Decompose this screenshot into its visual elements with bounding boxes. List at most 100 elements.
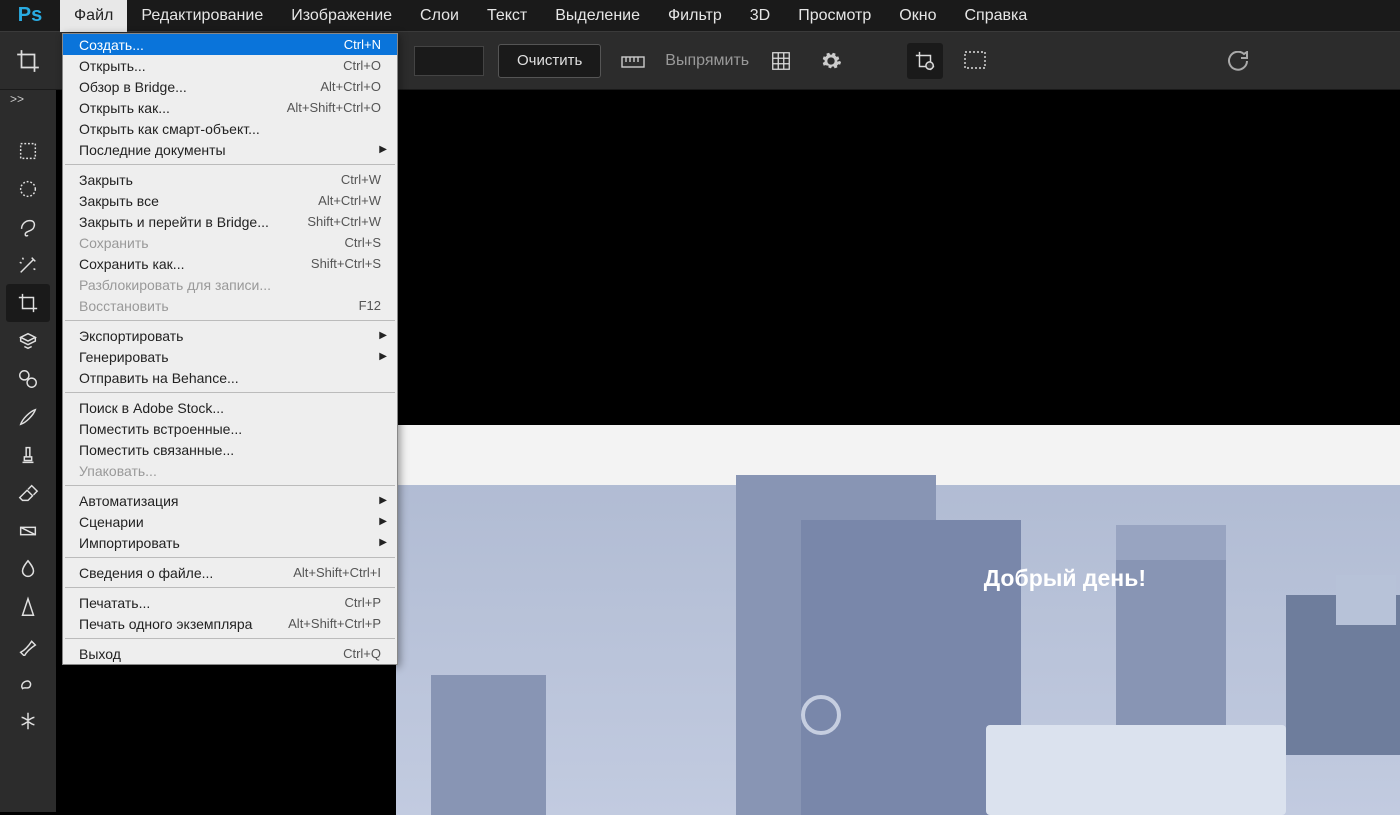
tool-eraser[interactable]: [6, 474, 50, 512]
menu-item-shortcut: Ctrl+O: [343, 58, 381, 73]
menu-item-открыть-как-[interactable]: Открыть как... Alt+Shift+Ctrl+O: [63, 97, 397, 118]
menu-фильтр[interactable]: Фильтр: [654, 0, 736, 32]
menu-редактирование[interactable]: Редактирование: [127, 0, 277, 32]
ruler-icon[interactable]: [615, 43, 651, 79]
menu-item-shortcut: Ctrl+Q: [343, 646, 381, 661]
menu-separator: [65, 392, 395, 393]
tool-magic-wand[interactable]: [6, 246, 50, 284]
submenu-arrow-icon: ▶: [379, 144, 387, 155]
tool-blur[interactable]: [6, 550, 50, 588]
tool-crop[interactable]: [6, 284, 50, 322]
menu-item-обзор-в-bridge-[interactable]: Обзор в Bridge... Alt+Ctrl+O: [63, 76, 397, 97]
menu-изображение[interactable]: Изображение: [277, 0, 406, 32]
menu-item-открыть-[interactable]: Открыть... Ctrl+O: [63, 55, 397, 76]
tool-ellipse-marquee[interactable]: [6, 170, 50, 208]
menu-item-последние-документы[interactable]: Последние документы▶: [63, 139, 397, 160]
tool-lasso[interactable]: [6, 208, 50, 246]
clear-button[interactable]: Очистить: [498, 44, 601, 78]
menu-файл[interactable]: Файл: [60, 0, 127, 32]
menu-item-label: Сведения о файле...: [79, 565, 213, 581]
menu-item-экспортировать[interactable]: Экспортировать▶: [63, 325, 397, 346]
menu-item-печать-одного-экземпляра[interactable]: Печать одного экземпляра Alt+Shift+Ctrl+P: [63, 613, 397, 634]
tool-pen[interactable]: [6, 626, 50, 664]
menu-item-label: Автоматизация: [79, 493, 178, 509]
menu-справка[interactable]: Справка: [950, 0, 1041, 32]
menu-item-shortcut: Alt+Ctrl+O: [320, 79, 381, 94]
submenu-arrow-icon: ▶: [379, 495, 387, 506]
reset-icon[interactable]: [1220, 43, 1256, 79]
menu-item-сведения-о-файле-[interactable]: Сведения о файле...Alt+Shift+Ctrl+I: [63, 562, 397, 583]
menu-separator: [65, 557, 395, 558]
content-aware-icon[interactable]: [957, 43, 993, 79]
tool-slice[interactable]: [6, 322, 50, 360]
document-canvas[interactable]: Добрый день!: [396, 425, 1400, 815]
menu-item-shortcut: Ctrl+S: [345, 235, 381, 250]
menu-item-label: Сохранить как...: [79, 256, 184, 272]
menu-item-закрыть-все[interactable]: Закрыть всеAlt+Ctrl+W: [63, 190, 397, 211]
menu-item-поиск-в-adobe-stock-[interactable]: Поиск в Adobe Stock...: [63, 397, 397, 418]
menu-item-label: Выход: [79, 646, 121, 662]
menu-item-shortcut: Ctrl+P: [345, 595, 381, 610]
menu-item-поместить-встроенные-[interactable]: Поместить встроенные...: [63, 418, 397, 439]
tool-rect-marquee[interactable]: [6, 132, 50, 170]
menu-item-отправить-на-behance-[interactable]: Отправить на Behance...: [63, 367, 397, 388]
menu-item-автоматизация[interactable]: Автоматизация ▶: [63, 490, 397, 511]
menu-item-выход[interactable]: Выход Ctrl+Q: [63, 643, 397, 664]
tool-brush[interactable]: [6, 398, 50, 436]
tool-gradient[interactable]: [6, 512, 50, 550]
menu-окно[interactable]: Окно: [885, 0, 950, 32]
menu-item-label: Закрыть все: [79, 193, 159, 209]
menu-item-label: Генерировать: [79, 349, 169, 365]
menu-item-label: Открыть...: [79, 58, 146, 74]
menu-просмотр[interactable]: Просмотр: [784, 0, 885, 32]
menu-item-shortcut: Alt+Shift+Ctrl+O: [287, 100, 381, 115]
gear-icon[interactable]: [813, 43, 849, 79]
menu-item-поместить-связанные-[interactable]: Поместить связанные...: [63, 439, 397, 460]
menu-item-label: Обзор в Bridge...: [79, 79, 187, 95]
menu-item-label: Экспортировать: [79, 328, 183, 344]
menu-item-label: Сохранить: [79, 235, 149, 251]
tool-smudge[interactable]: [6, 664, 50, 702]
menu-item-label: Разблокировать для записи...: [79, 277, 271, 293]
file-menu-dropdown: Создать...Ctrl+N Открыть... Ctrl+O Обзор в …: [62, 33, 398, 665]
expand-panels-indicator[interactable]: >>: [0, 90, 56, 112]
menu-item-label: Поместить встроенные...: [79, 421, 242, 437]
grid-icon[interactable]: [763, 43, 799, 79]
tool-refine[interactable]: [6, 702, 50, 740]
menu-item-закрыть[interactable]: ЗакрытьCtrl+W: [63, 169, 397, 190]
menu-item-создать-[interactable]: Создать...Ctrl+N: [63, 34, 397, 55]
tool-patch[interactable]: [6, 360, 50, 398]
menu-3d[interactable]: 3D: [736, 0, 784, 32]
menu-текст[interactable]: Текст: [473, 0, 541, 32]
menu-item-label: Поиск в Adobe Stock...: [79, 400, 224, 416]
menu-item-генерировать[interactable]: Генерировать▶: [63, 346, 397, 367]
menu-item-label: Сценарии: [79, 514, 144, 530]
tool-sharpen[interactable]: [6, 588, 50, 626]
menu-item-label: Поместить связанные...: [79, 442, 234, 458]
menu-item-shortcut: Ctrl+W: [341, 172, 381, 187]
building-illustration: [431, 675, 546, 815]
crop-options-icon[interactable]: [10, 43, 46, 79]
menu-item-открыть-как-смарт-объект-[interactable]: Открыть как смарт-объект...: [63, 118, 397, 139]
menu-item-label: Печать одного экземпляра: [79, 616, 252, 632]
menu-item-shortcut: Alt+Shift+Ctrl+P: [288, 616, 381, 631]
options-value-input[interactable]: [414, 46, 484, 76]
menu-item-закрыть-и-перейти-в-bridge-[interactable]: Закрыть и перейти в Bridge...Shift+Ctrl+…: [63, 211, 397, 232]
menu-выделение[interactable]: Выделение: [541, 0, 654, 32]
greeting-text: Добрый день!: [984, 565, 1146, 592]
menu-item-label: Открыть как смарт-объект...: [79, 121, 260, 137]
submenu-arrow-icon: ▶: [379, 537, 387, 548]
menu-item-сценарии[interactable]: Сценарии▶: [63, 511, 397, 532]
menu-слои[interactable]: Слои: [406, 0, 473, 32]
menu-item-импортировать[interactable]: Импортировать▶: [63, 532, 397, 553]
tool-stamp[interactable]: [6, 436, 50, 474]
delete-cropped-icon[interactable]: [907, 43, 943, 79]
logo-illustration: [801, 695, 841, 735]
menu-item-shortcut: F12: [359, 298, 381, 313]
menu-item-shortcut: Ctrl+N: [344, 37, 381, 52]
menu-separator: [65, 320, 395, 321]
menu-item-сохранить-как-[interactable]: Сохранить как...Shift+Ctrl+S: [63, 253, 397, 274]
menu-item-label: Открыть как...: [79, 100, 170, 116]
building-illustration: [1116, 525, 1226, 560]
menu-item-печатать-[interactable]: Печатать...Ctrl+P: [63, 592, 397, 613]
